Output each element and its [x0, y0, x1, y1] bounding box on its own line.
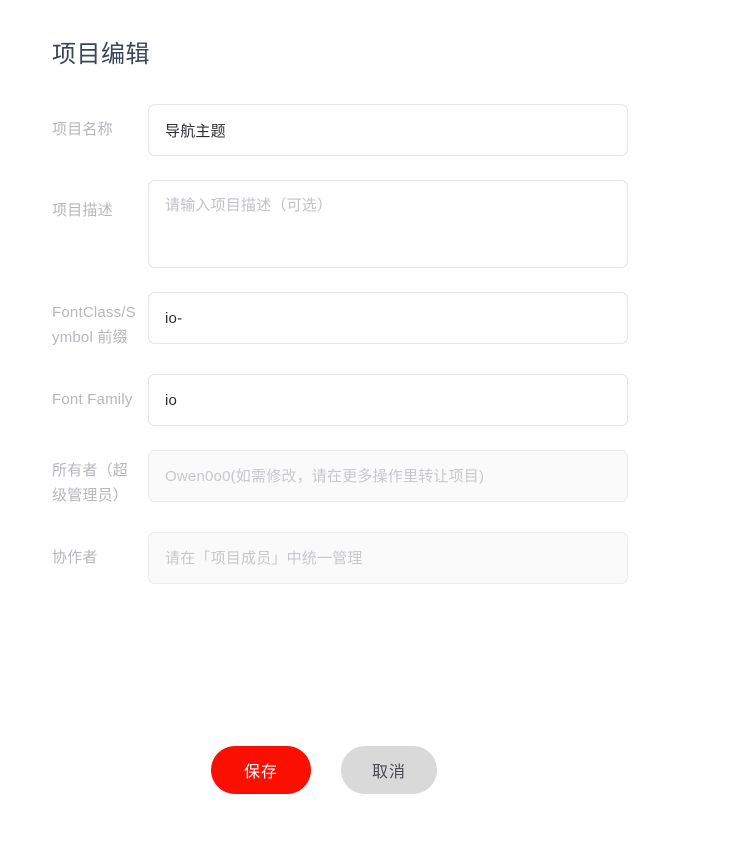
- label-project-name: 项目名称: [52, 121, 113, 138]
- form-row-collaborators: 协作者: [0, 532, 743, 584]
- project-edit-page: 项目编辑 项目名称 项目描述 FontClass/Symbol 前缀 Font …: [0, 0, 743, 844]
- label-collaborators: 协作者: [52, 549, 98, 566]
- font-family-input[interactable]: [148, 374, 628, 426]
- label-fontclass-prefix: FontClass/Symbol 前缀: [52, 304, 136, 346]
- form-row-project-description: 项目描述: [0, 180, 743, 268]
- form-row-font-family: Font Family: [0, 374, 743, 426]
- fontclass-prefix-input[interactable]: [148, 292, 628, 344]
- page-title: 项目编辑: [52, 41, 150, 68]
- label-project-description: 项目描述: [52, 202, 113, 219]
- field-project-description: [148, 180, 628, 268]
- label-owner: 所有者（超级管理员）: [52, 462, 129, 504]
- cancel-button[interactable]: 取消: [341, 746, 437, 794]
- field-collaborators: [148, 532, 628, 584]
- collaborators-input: [148, 532, 628, 584]
- label-font-family: Font Family: [52, 391, 133, 408]
- form-row-project-name: 项目名称: [0, 104, 743, 156]
- field-project-name: [148, 104, 628, 156]
- project-description-textarea[interactable]: [148, 180, 628, 268]
- form-actions: 保存 取消: [211, 746, 437, 794]
- field-fontclass-prefix: [148, 292, 628, 344]
- form-row-fontclass-prefix: FontClass/Symbol 前缀: [0, 292, 743, 350]
- project-name-input[interactable]: [148, 104, 628, 156]
- field-font-family: [148, 374, 628, 426]
- owner-input: [148, 450, 628, 502]
- form-row-owner: 所有者（超级管理员）: [0, 450, 743, 508]
- save-button[interactable]: 保存: [211, 746, 311, 794]
- field-owner: [148, 450, 628, 502]
- project-edit-form: 项目名称 项目描述 FontClass/Symbol 前缀 Font Famil…: [0, 104, 743, 608]
